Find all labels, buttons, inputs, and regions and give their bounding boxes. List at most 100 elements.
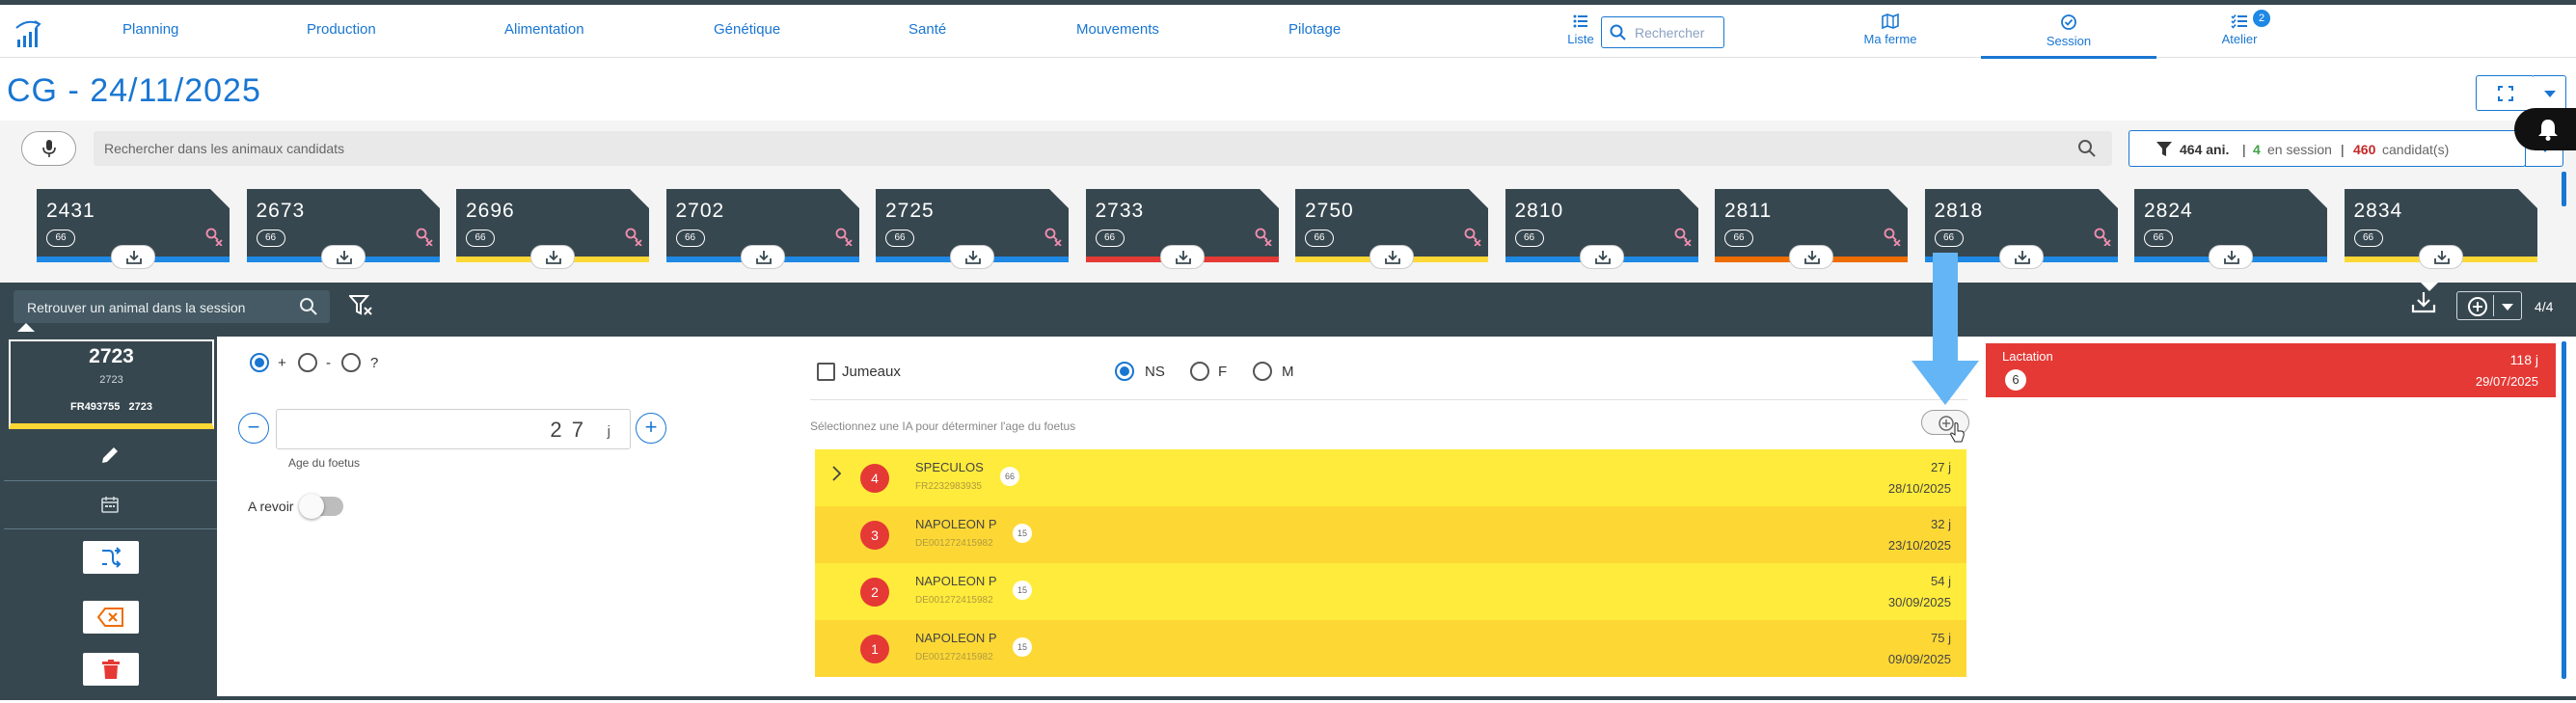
ia-list-item[interactable]: 3 NAPOLEON P DE001272415982 15 32 j 23/10/202…: [815, 506, 1966, 563]
card-fold: [1259, 189, 1279, 208]
add-animal-button[interactable]: [2456, 291, 2522, 320]
app-logo-icon[interactable]: [14, 16, 42, 49]
transfer-button[interactable]: [83, 541, 139, 574]
candidate-card[interactable]: 2673 66: [246, 189, 440, 269]
candidate-card[interactable]: 2810 66: [1505, 189, 1698, 269]
card-fold: [2098, 189, 2118, 208]
card-pill: 66: [1934, 230, 1964, 247]
candidate-card[interactable]: 2824 66: [2134, 189, 2327, 269]
delete-button[interactable]: [83, 653, 139, 686]
nav-sante[interactable]: Santé: [908, 21, 946, 38]
card-add-button[interactable]: [1998, 245, 2044, 269]
candidate-card[interactable]: 2750 66: [1295, 189, 1488, 269]
diag-unknown-radio[interactable]: [341, 353, 361, 372]
jumeaux-checkbox[interactable]: [817, 363, 835, 381]
sex-m-radio[interactable]: [1253, 362, 1272, 381]
clear-entry-button[interactable]: [83, 601, 139, 634]
nav-ma-ferme[interactable]: Ma ferme: [1852, 14, 1929, 46]
ia-days: 32 j: [1931, 517, 1951, 531]
map-icon: [1882, 14, 1899, 29]
card-fold: [420, 189, 440, 208]
ia-list-item[interactable]: 2 NAPOLEON P DE001272415982 15 54 j 30/09/202…: [815, 563, 1966, 620]
nav-genetique[interactable]: Génétique: [714, 21, 780, 38]
nav-production[interactable]: Production: [307, 21, 376, 38]
bell-icon: [2538, 120, 2558, 141]
ia-list-item[interactable]: 1 NAPOLEON P DE001272415982 15 75 j 09/09/202…: [815, 620, 1966, 677]
card-add-button[interactable]: [740, 245, 785, 269]
nav-liste[interactable]: Liste: [1564, 14, 1597, 46]
notifications-button[interactable]: [2514, 108, 2576, 150]
jumeaux-label: Jumeaux: [842, 364, 901, 380]
age-decrement-button[interactable]: −: [238, 413, 269, 444]
mouse-pointer-icon: [1950, 422, 1965, 443]
age-caption: Age du foetus: [288, 456, 361, 470]
card-add-button[interactable]: [320, 245, 366, 269]
candidate-card[interactable]: 2702 66: [665, 189, 859, 269]
clear-filter-icon[interactable]: [349, 295, 374, 316]
candidate-card[interactable]: 2725 66: [876, 189, 1069, 269]
candidate-card[interactable]: 2733 66: [1085, 189, 1279, 269]
filter-sep-2: |: [2341, 142, 2345, 157]
sex-f-radio[interactable]: [1190, 362, 1209, 381]
calendar-icon[interactable]: [100, 495, 120, 514]
card-add-button[interactable]: [111, 245, 155, 269]
candidates-filter-button[interactable]: 464 ani. | 4 en session | 460 candidat(s…: [2129, 130, 2526, 167]
nav-search-input[interactable]: Rechercher: [1601, 16, 1724, 48]
page-title: CG - 24/11/2025: [7, 72, 261, 109]
card-add-button[interactable]: [1369, 245, 1414, 269]
card-pill: 66: [1095, 230, 1125, 247]
nav-mouvements[interactable]: Mouvements: [1076, 21, 1159, 38]
sex-ns-radio[interactable]: [1115, 362, 1134, 381]
nav-session[interactable]: Session: [2030, 14, 2107, 48]
cards-scrollbar[interactable]: [2562, 172, 2566, 206]
animal-number: 2723: [89, 345, 134, 367]
animal-ident-code: FR493755: [70, 401, 121, 413]
ia-bull-name: NAPOLEON P: [915, 517, 997, 531]
animal-ident-num: 2723: [128, 401, 152, 413]
download-icon[interactable]: [2411, 291, 2436, 314]
edit-pencil-icon[interactable]: [100, 446, 120, 465]
age-foetus-input[interactable]: 2 7 j: [276, 409, 631, 449]
card-add-button[interactable]: [1579, 245, 1624, 269]
lactation-days: 118 j: [2509, 352, 2538, 367]
ia-bull-id: FR2232983935: [915, 481, 982, 492]
card-add-button[interactable]: [1159, 245, 1205, 269]
card-fold: [1678, 189, 1698, 208]
animal-ident: FR493755 2723: [11, 401, 212, 413]
revoir-toggle[interactable]: [299, 494, 343, 519]
card-add-button[interactable]: [530, 245, 575, 269]
candidate-card[interactable]: 2811 66: [1715, 189, 1908, 269]
nav-pilotage[interactable]: Pilotage: [1288, 21, 1341, 38]
content-scrollbar[interactable]: [2562, 341, 2566, 679]
card-add-button[interactable]: [950, 245, 994, 269]
diag-minus-radio[interactable]: [298, 353, 317, 372]
sidebar-divider: [4, 528, 217, 529]
voice-search-button[interactable]: [21, 131, 76, 166]
nav-planning[interactable]: Planning: [122, 21, 178, 38]
card-number: 2810: [1514, 200, 1564, 222]
card-add-button[interactable]: [2209, 245, 2253, 269]
card-add-button[interactable]: [2418, 245, 2463, 269]
card-add-button[interactable]: [1789, 245, 1833, 269]
candidate-card[interactable]: 2834 66: [2344, 189, 2537, 269]
lactation-card[interactable]: Lactation 6 118 j 29/07/2025: [1986, 343, 2556, 397]
fullscreen-dropdown-button[interactable]: [2534, 75, 2566, 111]
session-search-input[interactable]: Retrouver un animal dans la session: [14, 290, 330, 323]
ia-days: 27 j: [1931, 460, 1951, 474]
candidate-card[interactable]: 2818 66: [1924, 189, 2118, 269]
card-number: 2431: [46, 200, 95, 222]
card-number: 2834: [2353, 200, 2403, 222]
ia-list-item[interactable]: 4 SPECULOS FR2232983935 66 27 j 28/10/2025: [815, 449, 1966, 506]
fullscreen-button[interactable]: [2476, 75, 2535, 111]
candidate-card[interactable]: 2696 66: [456, 189, 649, 269]
age-increment-button[interactable]: +: [636, 413, 666, 444]
filter-total: 464 ani.: [2180, 142, 2230, 157]
nav-atelier-label: Atelier: [2221, 32, 2258, 46]
selected-animal-card[interactable]: 2723 2723 FR493755 2723: [9, 339, 214, 429]
candidate-card[interactable]: 2431 66: [37, 189, 230, 269]
diag-plus-radio[interactable]: [250, 353, 269, 372]
nav-alimentation[interactable]: Alimentation: [504, 21, 584, 38]
candidates-search-input[interactable]: Rechercher dans les animaux candidats: [94, 131, 2112, 166]
card-number: 2811: [1724, 200, 1773, 222]
chevron-right-icon[interactable]: [832, 466, 842, 481]
